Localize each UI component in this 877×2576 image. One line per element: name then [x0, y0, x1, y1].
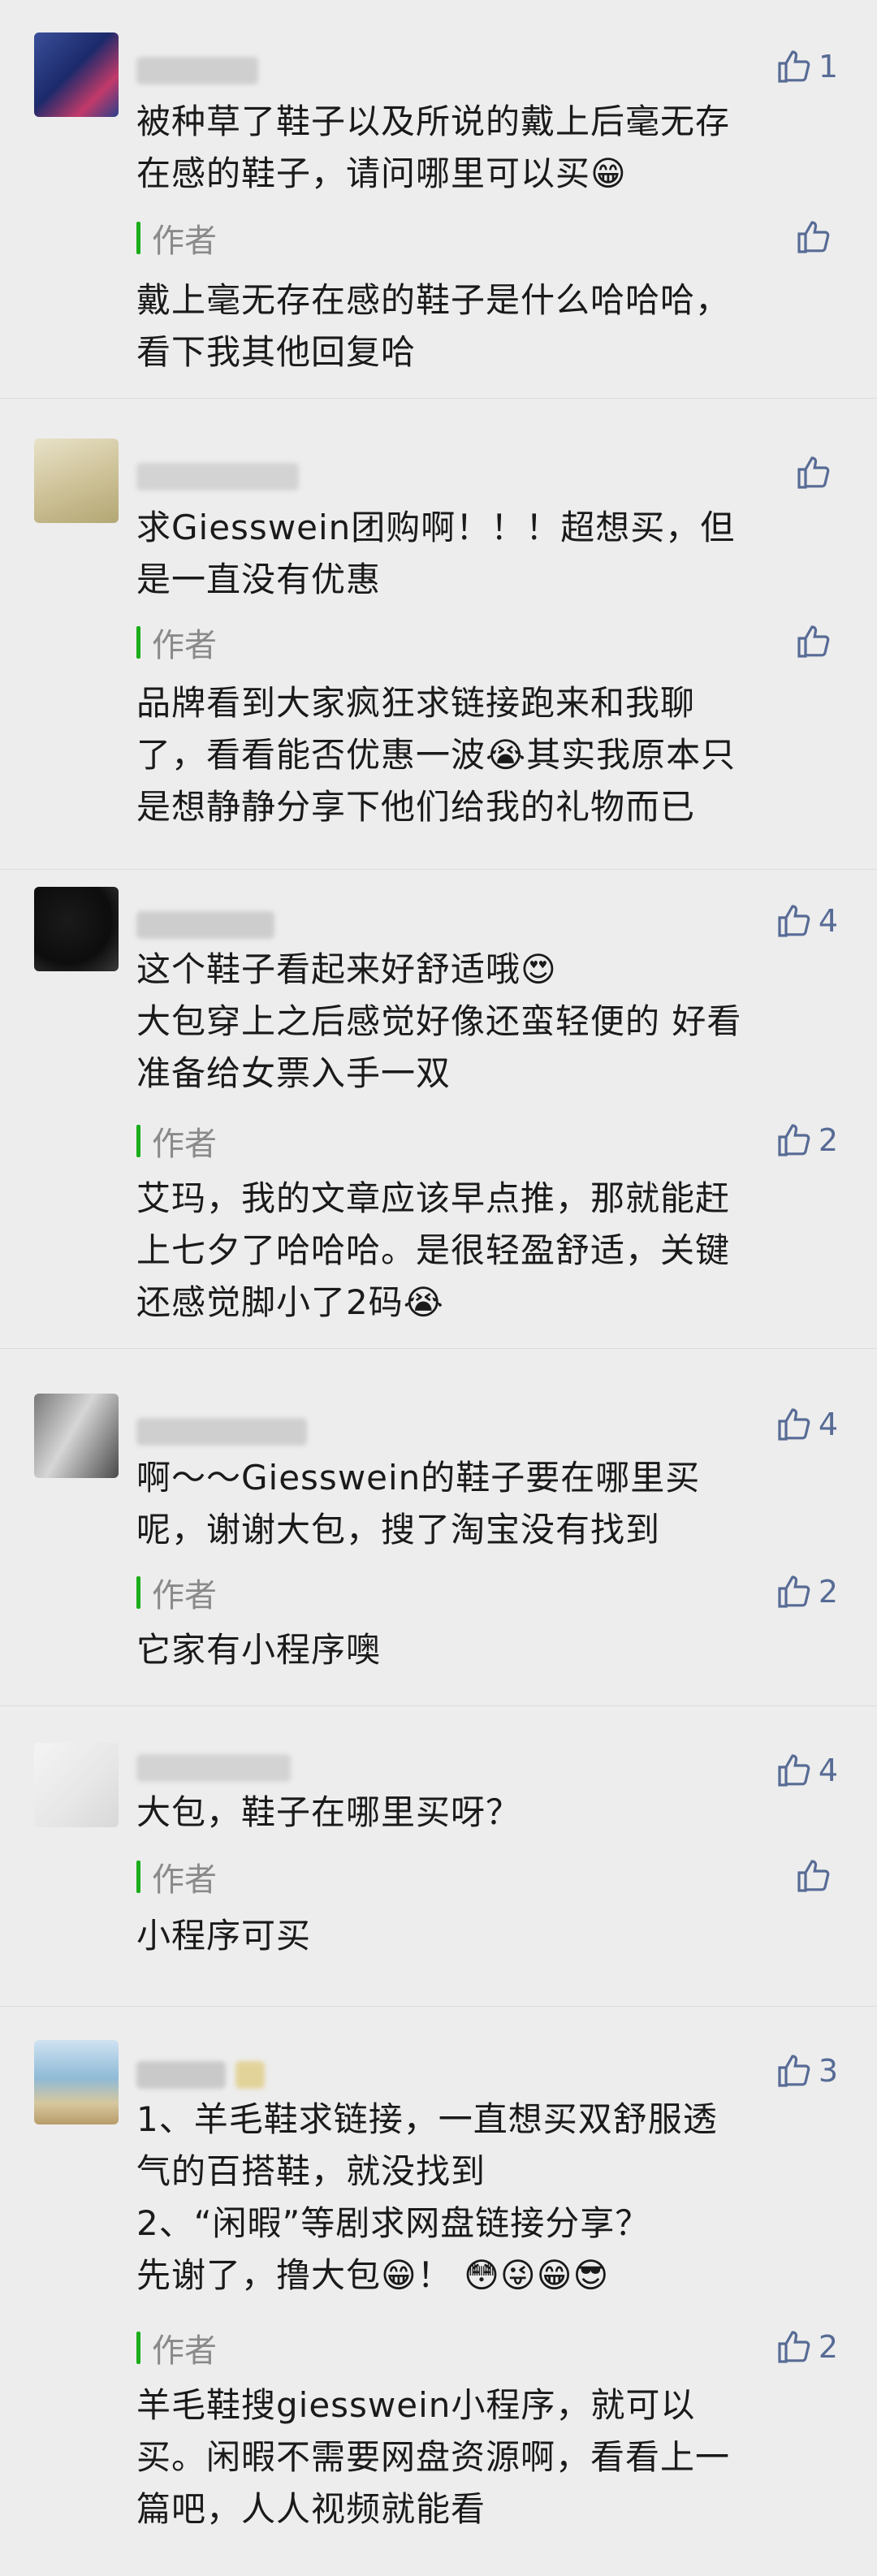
- avatar[interactable]: [34, 2040, 119, 2124]
- divider: [0, 398, 877, 399]
- author-label: 作者: [152, 2332, 217, 2370]
- reply-like-button[interactable]: 2: [775, 1119, 838, 1161]
- like-count: 1: [818, 49, 838, 84]
- author-reply-label: 作者: [136, 622, 217, 664]
- author-bar: [136, 626, 140, 659]
- like-count: 4: [818, 1407, 838, 1442]
- author-label: 作者: [152, 1577, 217, 1614]
- thumbs-up-icon: [778, 50, 810, 83]
- like-button[interactable]: 4: [775, 1749, 838, 1792]
- avatar[interactable]: [34, 887, 119, 971]
- comment-text: 1、羊毛鞋求链接，一直想买双舒服透 气的百搭鞋，就没找到 2、“闲暇”等剧求网盘…: [136, 2099, 718, 2295]
- divider: [0, 2006, 877, 2007]
- thumbs-up-icon: [778, 1124, 810, 1156]
- reply-text: 品牌看到大家疯狂求链接跑来和我聊 了，看看能否优惠一波😭其实我原本只 是想静静分…: [136, 683, 737, 827]
- comment-text: 啊～～Giesswein的鞋子要在哪里买 呢，谢谢大包，搜了淘宝没有找到: [136, 1458, 701, 1549]
- reply-text: 羊毛鞋搜giesswein小程序，就可以 买。闲暇不需要网盘资源啊，看看上一 篇…: [136, 2385, 731, 2529]
- thumbs-up-icon: [778, 2055, 810, 2087]
- nickname-blurred: [136, 1418, 307, 1446]
- comment-text: 这个鞋子看起来好舒适哦😍 大包穿上之后感觉好像还蛮轻便的 好看 准备给女票入手一…: [136, 949, 742, 1093]
- thumbs-up-icon: [778, 1408, 810, 1441]
- author-reply-label: 作者: [136, 2327, 217, 2370]
- like-count: 4: [818, 1753, 838, 1788]
- thumbs-up-icon: [797, 1860, 830, 1892]
- comment-text: 求Giesswein团购啊！！！超想买，但 是一直没有优惠: [136, 508, 736, 599]
- author-reply-label: 作者: [136, 1856, 217, 1899]
- like-button[interactable]: 3: [775, 2050, 838, 2092]
- author-bar: [136, 2332, 140, 2364]
- divider: [0, 1348, 877, 1349]
- divider: [0, 869, 877, 870]
- reply-text: 小程序可买: [136, 1916, 312, 1956]
- nickname-blurred: [136, 1754, 291, 1782]
- like-button[interactable]: 4: [775, 1403, 838, 1446]
- comment-text: 大包，鞋子在哪里买呀？: [136, 1792, 521, 1832]
- like-count: 2: [818, 1574, 838, 1610]
- author-reply-label: 作者: [136, 218, 217, 260]
- nickname-blurred: [136, 463, 299, 491]
- author-label: 作者: [152, 627, 217, 664]
- avatar[interactable]: [34, 1394, 119, 1478]
- reply-like-button[interactable]: [794, 620, 838, 663]
- reply-like-button[interactable]: [794, 216, 838, 258]
- author-label: 作者: [152, 1861, 217, 1899]
- reply-like-button[interactable]: 2: [775, 2326, 838, 2368]
- author-bar: [136, 1576, 140, 1609]
- comment-text: 被种草了鞋子以及所说的戴上后毫无存 在感的鞋子，请问哪里可以买😁: [136, 102, 731, 193]
- author-label: 作者: [152, 1126, 217, 1163]
- avatar[interactable]: [34, 439, 119, 523]
- thumbs-up-icon: [778, 1754, 810, 1787]
- like-button[interactable]: 1: [775, 45, 838, 88]
- reply-text: 艾玛，我的文章应该早点推，那就能赶 上七夕了哈哈哈。是很轻盈舒适，关键 还感觉脚…: [136, 1178, 731, 1322]
- author-reply-label: 作者: [136, 1121, 217, 1163]
- divider: [0, 1705, 877, 1706]
- thumbs-up-icon: [778, 2331, 810, 2363]
- author-label: 作者: [152, 223, 217, 260]
- thumbs-up-icon: [797, 221, 830, 253]
- nickname-blurred: [136, 2061, 226, 2089]
- author-reply-label: 作者: [136, 1572, 217, 1614]
- nickname-blurred: [136, 911, 274, 939]
- reply-text: 它家有小程序噢: [136, 1630, 382, 1670]
- like-count: 2: [818, 1122, 838, 1158]
- avatar[interactable]: [34, 1743, 119, 1827]
- like-count: 4: [818, 903, 838, 939]
- thumbs-up-icon: [778, 905, 810, 937]
- thumbs-up-icon: [778, 1575, 810, 1608]
- thumbs-up-icon: [797, 625, 830, 658]
- like-button[interactable]: [794, 452, 838, 494]
- author-bar: [136, 1125, 140, 1157]
- nickname-blurred: [136, 57, 258, 84]
- reply-like-button[interactable]: [794, 1855, 838, 1897]
- author-bar: [136, 222, 140, 254]
- author-bar: [136, 1861, 140, 1893]
- reply-text: 戴上毫无存在感的鞋子是什么哈哈哈， 看下我其他回复哈: [136, 280, 731, 372]
- nickname-badge-blurred: [235, 2061, 265, 2089]
- like-button[interactable]: 4: [775, 900, 838, 942]
- like-count: 3: [818, 2053, 838, 2089]
- like-count: 2: [818, 2329, 838, 2365]
- avatar[interactable]: [34, 32, 119, 117]
- thumbs-up-icon: [797, 456, 830, 489]
- reply-like-button[interactable]: 2: [775, 1571, 838, 1613]
